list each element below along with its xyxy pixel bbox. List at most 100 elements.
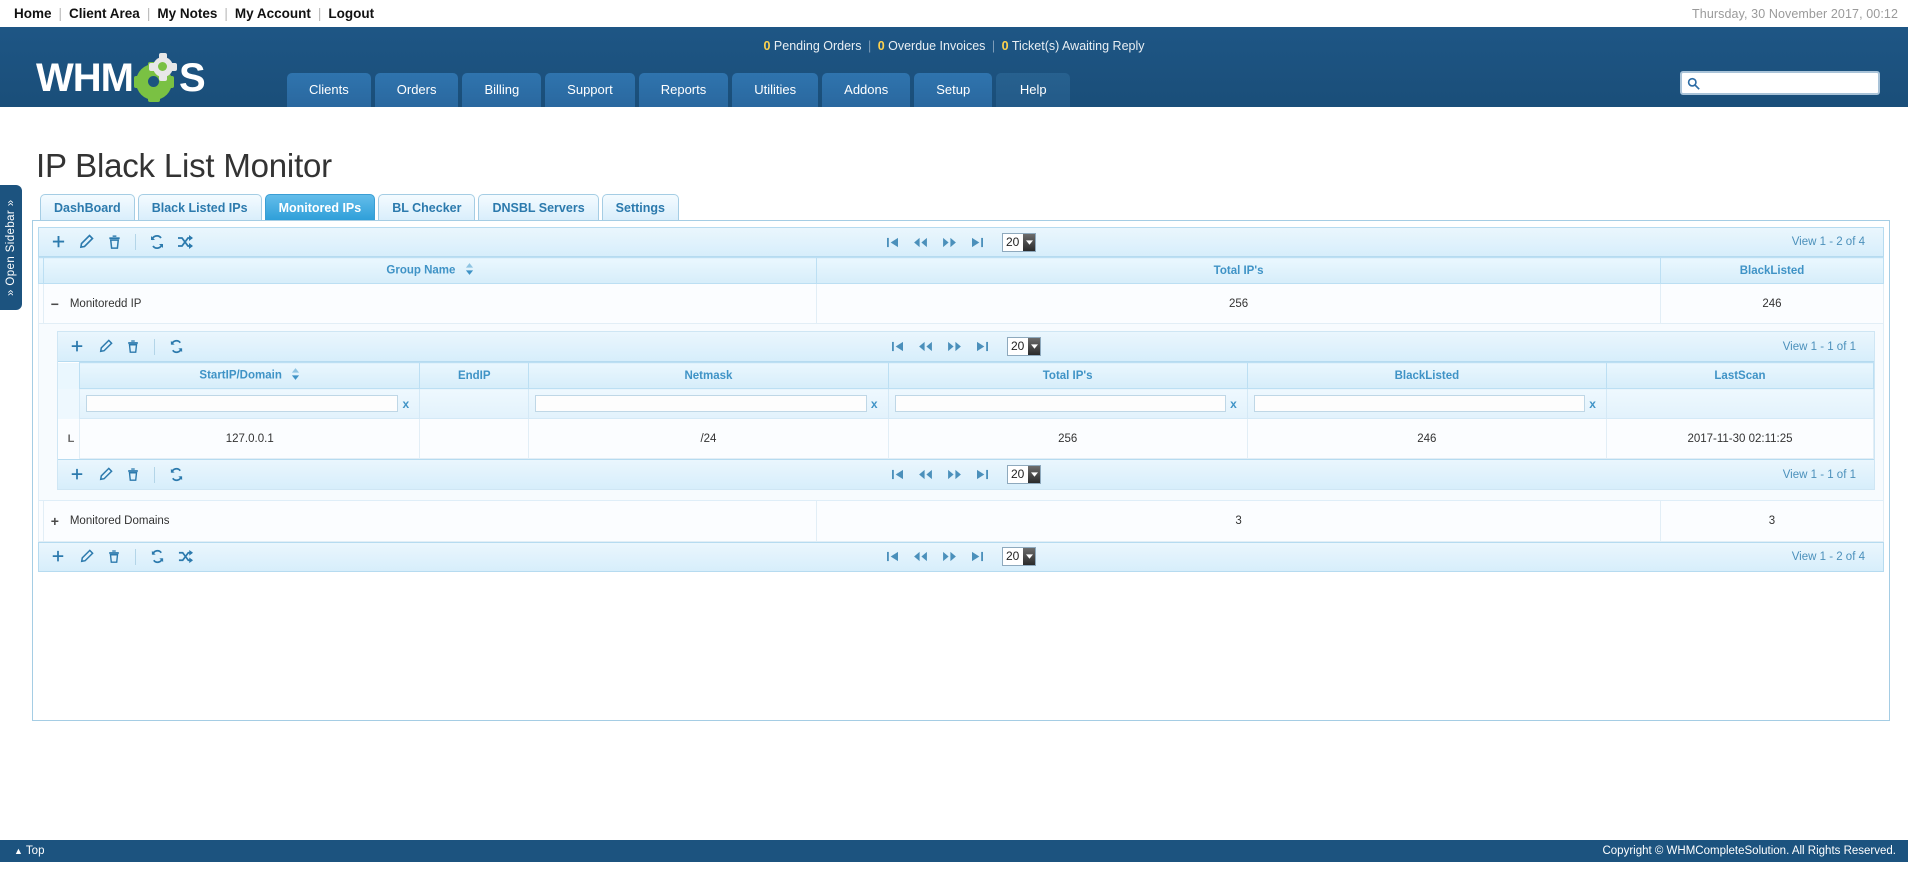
refresh-icon[interactable] bbox=[163, 335, 189, 359]
tab-dnsbl-servers[interactable]: DNSBL Servers bbox=[478, 194, 599, 220]
inner-page-size-select-top[interactable]: 20 bbox=[1007, 337, 1041, 356]
refresh-icon[interactable] bbox=[144, 230, 170, 254]
nav-reports[interactable]: Reports bbox=[638, 73, 729, 107]
column-inner-total-ips[interactable]: Total IP's bbox=[887, 362, 1248, 389]
next-page-icon[interactable] bbox=[947, 341, 962, 352]
pending-orders-label[interactable]: Pending Orders bbox=[774, 39, 862, 53]
top-nav-logout[interactable]: Logout bbox=[326, 6, 376, 21]
tickets-label[interactable]: Ticket(s) Awaiting Reply bbox=[1012, 39, 1145, 53]
nav-addons[interactable]: Addons bbox=[822, 73, 911, 107]
column-start-ip-domain[interactable]: StartIP/Domain bbox=[79, 362, 421, 389]
delete-icon[interactable] bbox=[120, 463, 146, 487]
tab-black-listed-ips[interactable]: Black Listed IPs bbox=[137, 194, 262, 220]
next-page-icon[interactable] bbox=[947, 469, 962, 480]
top-nav-client-area[interactable]: Client Area bbox=[67, 6, 142, 21]
clear-filter-icon[interactable]: x bbox=[867, 397, 882, 411]
next-page-icon[interactable] bbox=[942, 237, 957, 248]
previous-page-icon[interactable] bbox=[913, 551, 928, 562]
filter-input-start-ip-domain[interactable] bbox=[86, 395, 399, 412]
clear-filter-icon[interactable]: x bbox=[398, 397, 413, 411]
tab-bl-checker[interactable]: BL Checker bbox=[378, 194, 476, 220]
nav-clients[interactable]: Clients bbox=[287, 73, 371, 107]
refresh-icon[interactable] bbox=[144, 545, 170, 569]
add-icon[interactable] bbox=[45, 545, 71, 569]
outer-page-size-select-bottom[interactable]: 20 bbox=[1002, 547, 1036, 566]
previous-page-icon[interactable] bbox=[913, 237, 928, 248]
column-end-ip[interactable]: EndIP bbox=[419, 362, 530, 389]
edit-icon[interactable] bbox=[92, 463, 118, 487]
add-icon[interactable] bbox=[64, 335, 90, 359]
top-nav-my-notes[interactable]: My Notes bbox=[155, 6, 219, 21]
top-nav-home[interactable]: Home bbox=[12, 6, 54, 21]
clear-filter-icon[interactable]: x bbox=[1226, 397, 1241, 411]
group-blacklisted-value: 246 bbox=[1659, 283, 1885, 324]
collapse-toggle-icon[interactable]: − bbox=[44, 296, 66, 312]
first-page-icon[interactable] bbox=[891, 469, 904, 480]
group-row-monitored-domains[interactable]: + Monitored Domains bbox=[42, 501, 818, 542]
nav-billing[interactable]: Billing bbox=[462, 73, 542, 107]
filter-netmask[interactable]: x bbox=[528, 388, 889, 419]
tab-settings[interactable]: Settings bbox=[601, 194, 679, 220]
first-page-icon[interactable] bbox=[891, 341, 904, 352]
column-group-name[interactable]: Group Name bbox=[42, 257, 818, 284]
last-page-icon[interactable] bbox=[971, 237, 984, 248]
top-nav-my-account[interactable]: My Account bbox=[233, 6, 313, 21]
filter-blacklisted[interactable]: x bbox=[1246, 388, 1607, 419]
filter-input-blacklisted[interactable] bbox=[1253, 395, 1586, 412]
inner-grid-header-row: StartIP/Domain EndIP Netmask Total IP's … bbox=[58, 362, 1875, 389]
column-blacklisted[interactable]: BlackListed bbox=[1659, 257, 1885, 284]
first-page-icon[interactable] bbox=[886, 551, 899, 562]
nav-help[interactable]: Help bbox=[996, 73, 1071, 107]
back-to-top-link[interactable]: ▲ Top bbox=[14, 845, 44, 857]
first-page-icon[interactable] bbox=[886, 237, 899, 248]
column-start-ip-domain-label: StartIP/Domain bbox=[199, 369, 282, 382]
sort-arrow-icon[interactable] bbox=[465, 263, 474, 278]
column-inner-blacklisted[interactable]: BlackListed bbox=[1246, 362, 1607, 389]
delete-icon[interactable] bbox=[101, 230, 127, 254]
cell-start-ip-domain: 127.0.0.1 bbox=[79, 418, 421, 459]
last-page-icon[interactable] bbox=[976, 469, 989, 480]
filter-start-ip-domain[interactable]: x bbox=[79, 388, 421, 419]
column-netmask[interactable]: Netmask bbox=[528, 362, 889, 389]
nav-utilities[interactable]: Utilities bbox=[732, 73, 819, 107]
filter-input-netmask[interactable] bbox=[535, 395, 867, 412]
column-last-scan[interactable]: LastScan bbox=[1605, 362, 1875, 389]
delete-icon[interactable] bbox=[120, 335, 146, 359]
scan-icon[interactable] bbox=[172, 545, 198, 569]
nav-support[interactable]: Support bbox=[545, 73, 635, 107]
table-row[interactable]: − Monitoredd IP 256 246 bbox=[38, 283, 1885, 324]
group-row-monitored-ip[interactable]: − Monitoredd IP bbox=[42, 283, 818, 324]
tab-monitored-ips[interactable]: Monitored IPs bbox=[264, 194, 376, 220]
nav-orders[interactable]: Orders bbox=[374, 73, 459, 107]
delete-icon[interactable] bbox=[101, 545, 127, 569]
previous-page-icon[interactable] bbox=[918, 341, 933, 352]
table-row[interactable]: L 127.0.0.1 /24 256 246 2017-11-30 02:11… bbox=[58, 418, 1875, 459]
whmcs-logo[interactable]: WHM S bbox=[36, 53, 206, 102]
inner-page-size-select-bottom[interactable]: 20 bbox=[1007, 465, 1041, 484]
search-input[interactable] bbox=[1700, 75, 1873, 91]
nav-setup[interactable]: Setup bbox=[914, 73, 993, 107]
table-row[interactable]: + Monitored Domains 3 3 bbox=[38, 501, 1885, 542]
sort-arrow-icon[interactable] bbox=[291, 368, 300, 383]
edit-icon[interactable] bbox=[92, 335, 118, 359]
expand-toggle-icon[interactable]: + bbox=[44, 513, 66, 529]
clear-filter-icon[interactable]: x bbox=[1585, 397, 1600, 411]
previous-page-icon[interactable] bbox=[918, 469, 933, 480]
tab-dashboard[interactable]: DashBoard bbox=[40, 194, 135, 220]
last-page-icon[interactable] bbox=[971, 551, 984, 562]
outer-page-size-select-top[interactable]: 20 bbox=[1002, 232, 1036, 252]
filter-input-total-ips[interactable] bbox=[894, 395, 1227, 412]
add-icon[interactable] bbox=[64, 463, 90, 487]
open-sidebar-toggle[interactable]: » Open Sidebar » bbox=[0, 185, 22, 310]
edit-icon[interactable] bbox=[73, 230, 99, 254]
scan-icon[interactable] bbox=[172, 230, 198, 254]
global-search[interactable] bbox=[1680, 71, 1880, 95]
last-page-icon[interactable] bbox=[976, 341, 989, 352]
column-total-ips[interactable]: Total IP's bbox=[816, 257, 1661, 284]
filter-total-ips[interactable]: x bbox=[887, 388, 1248, 419]
edit-icon[interactable] bbox=[73, 545, 99, 569]
add-icon[interactable] bbox=[45, 230, 71, 254]
next-page-icon[interactable] bbox=[942, 551, 957, 562]
refresh-icon[interactable] bbox=[163, 463, 189, 487]
overdue-invoices-label[interactable]: Overdue Invoices bbox=[888, 39, 985, 53]
